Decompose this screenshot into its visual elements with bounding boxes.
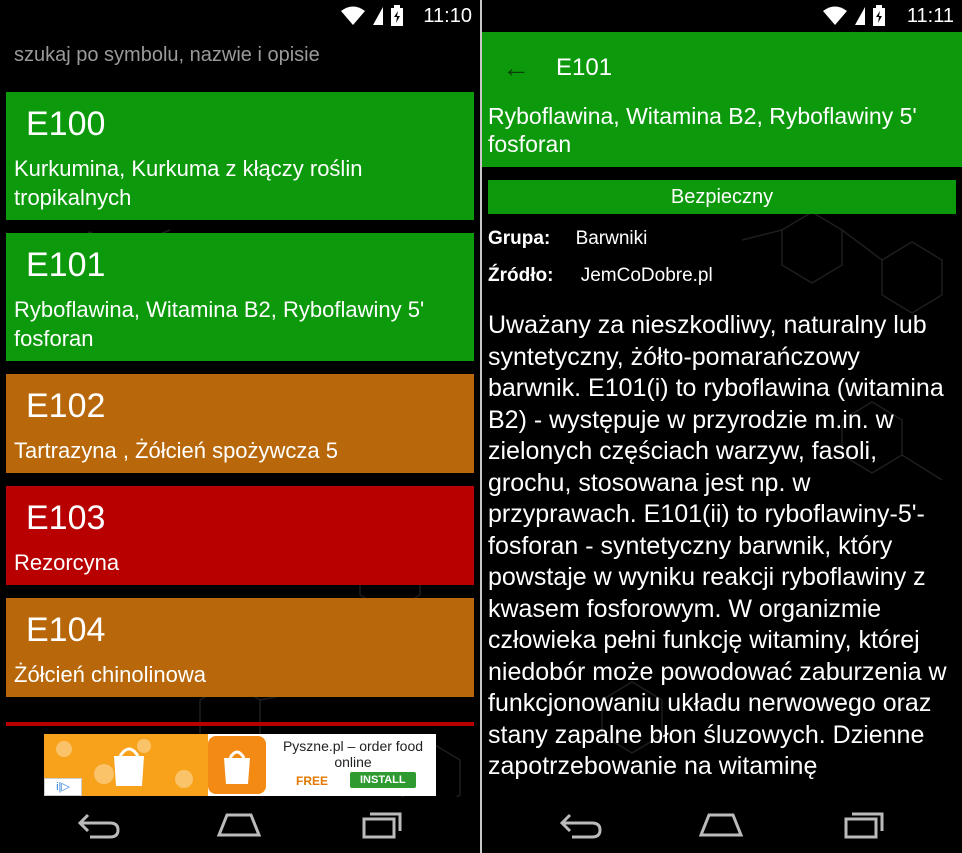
additive-code: E100 [26,105,106,143]
list-item[interactable]: E101 Ryboflawina, Witamina B2, Ryboflawi… [6,233,474,361]
source-label: Źródło: [488,265,554,286]
status-bar: 11:10 [0,0,480,32]
wifi-icon [823,6,847,25]
group-value: Barwniki [575,228,648,249]
detail-header: ← E101 Ryboflawina, Witamina B2, Rybofla… [482,32,962,167]
additive-code: E103 [26,499,106,537]
nav-bar [0,797,480,853]
list-item[interactable]: E102 Tartrazyna , Żółcień spożywcza 5 [6,374,474,473]
source-value: JemCoDobre.pl [580,265,713,286]
additive-code: E101 [556,54,613,81]
search-input[interactable] [14,44,454,67]
additive-name: Ryboflawina, Witamina B2, Ryboflawiny 5'… [14,297,425,351]
list-item[interactable]: E100 Kurkumina, Kurkuma z kłączy roślin … [6,92,474,220]
source-row: Źródło: JemCoDobre.pl [488,265,713,287]
back-icon[interactable] [558,811,602,839]
home-icon[interactable] [698,811,744,839]
next-item-edge [6,722,474,726]
additive-code: E104 [26,611,106,649]
safety-badge: Bezpieczny [488,180,956,214]
list-item[interactable]: E104 Żółcień chinolinowa [6,598,474,697]
wifi-icon [341,6,365,25]
back-icon[interactable] [76,811,120,839]
additive-name: Kurkumina, Kurkuma z kłączy roślin tropi… [14,156,363,210]
additive-list: E100 Kurkumina, Kurkuma z kłączy roślin … [6,92,474,710]
signal-icon [373,7,383,25]
status-icons [822,5,886,27]
ad-title: Pyszne.pl – order food online [282,738,424,770]
additive-name: Żółcień chinolinowa [14,662,206,687]
status-bar: 11:11 [482,0,962,32]
arrow-back-icon[interactable]: ← [502,52,530,84]
additive-name: Rezorcyna [14,550,120,575]
additive-code: E102 [26,387,106,425]
group-row: Grupa: Barwniki [488,228,647,250]
nav-bar [482,797,962,853]
clock: 11:10 [423,5,472,27]
list-item[interactable]: E103 Rezorcyna [6,486,474,585]
recents-icon[interactable] [362,811,402,839]
additive-name: Tartrazyna , Żółcień spożywcza 5 [14,438,339,463]
recents-icon[interactable] [844,811,884,839]
battery-icon [873,5,885,26]
adchoices-icon[interactable]: i|▷ [44,778,82,796]
list-screen: 11:10 E100 Kurkumina, Kurkuma z kłączy r… [0,0,480,853]
description-text: Uważany za nieszkodliwy, naturalny lub s… [488,311,947,780]
additive-code: E101 [26,246,106,284]
additive-name: Ryboflawina, Witamina B2, Ryboflawiny 5'… [488,103,917,157]
detail-screen: 11:11 ← E101 Ryboflawina, Witamina B2, R… [482,0,962,853]
status-icons [340,5,404,27]
clock: 11:11 [906,5,954,27]
ad-app-logo-icon [208,736,266,794]
group-label: Grupa: [488,228,551,249]
signal-icon [855,7,865,25]
battery-icon [391,5,403,26]
ad-price: FREE [296,774,329,788]
ad-install-button[interactable]: INSTALL [350,772,416,788]
home-icon[interactable] [216,811,262,839]
ad-banner[interactable]: Pyszne.pl – order food online FREE INSTA… [44,734,436,796]
